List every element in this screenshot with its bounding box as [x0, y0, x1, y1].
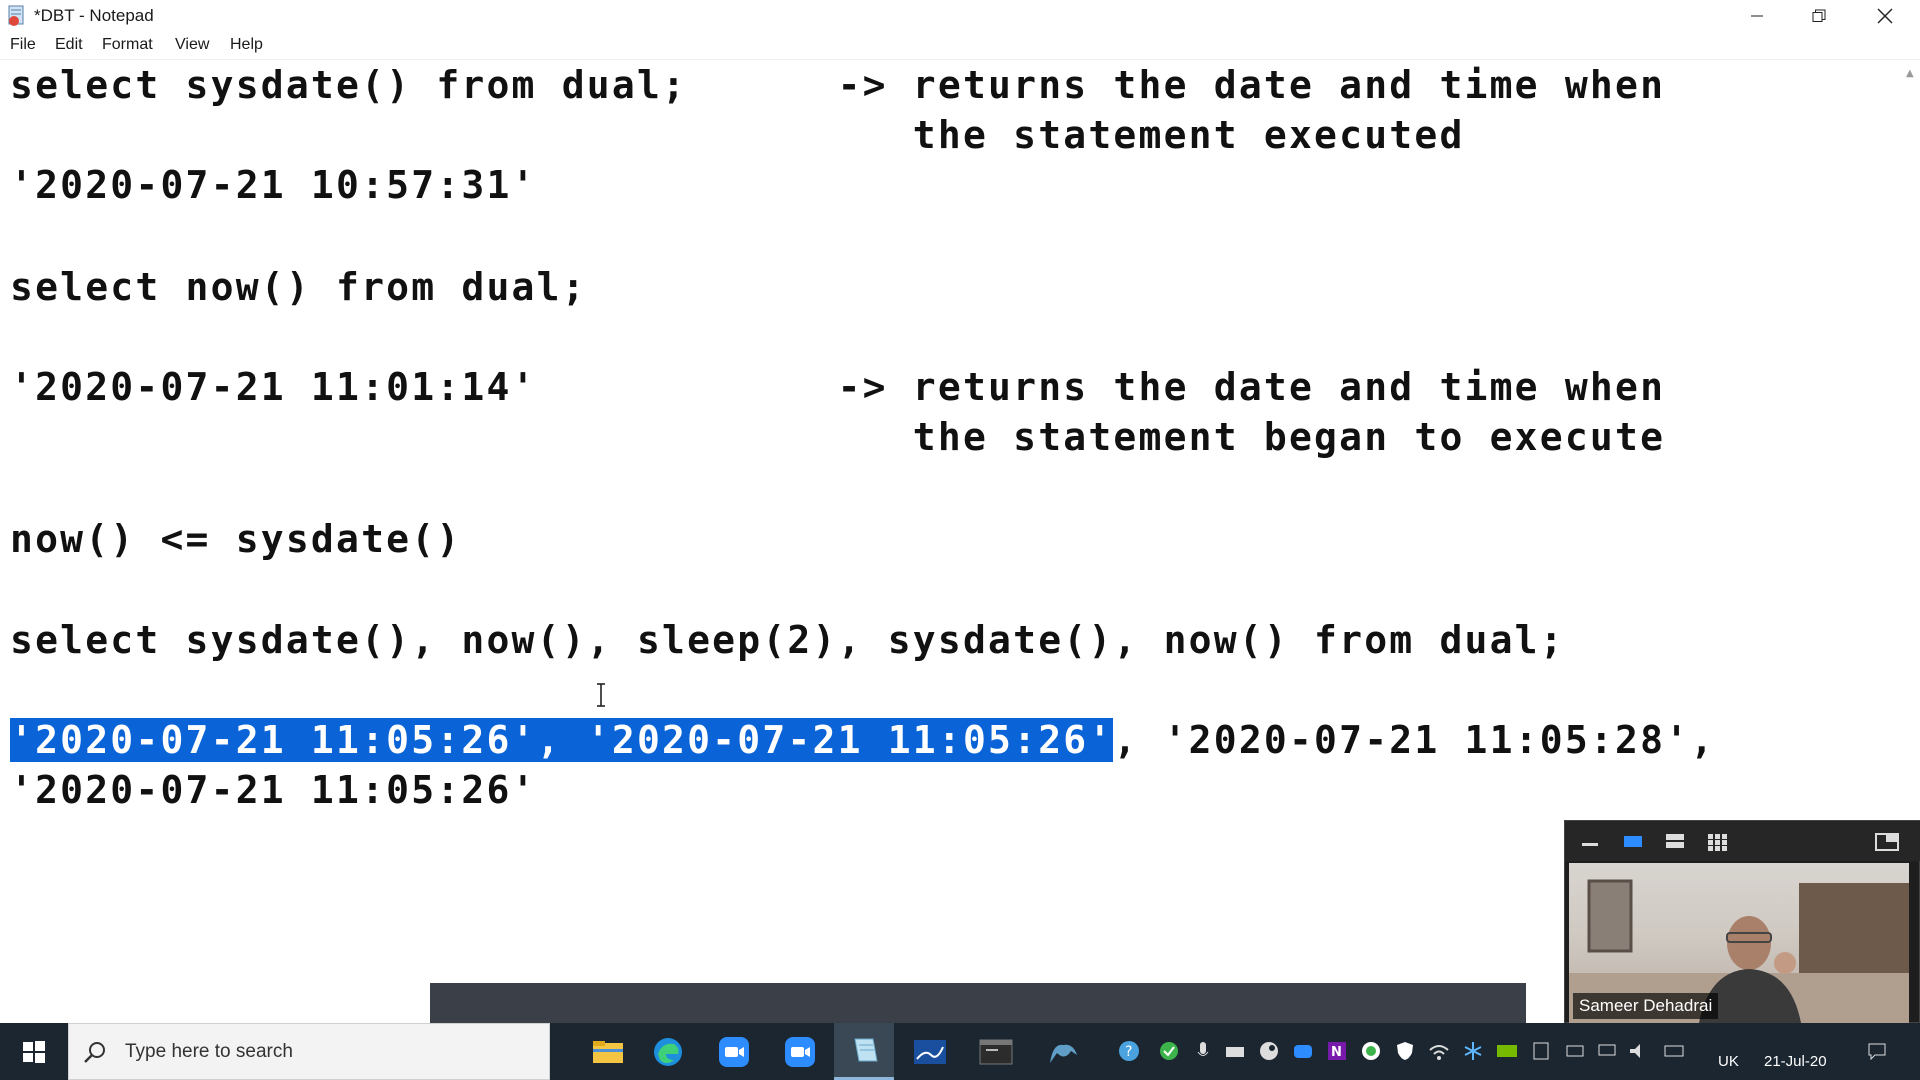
participant-video: Sameer Dehadrai [1569, 863, 1909, 1023]
snowflake-icon[interactable] [1462, 1040, 1484, 1062]
editor-line: select sysdate(), now(), sleep(2), sysda… [10, 618, 1565, 662]
update-icon[interactable] [1360, 1040, 1382, 1062]
text-cursor-icon [594, 682, 608, 708]
restore-button[interactable] [1788, 0, 1850, 32]
taskbar-search[interactable]: Type here to search [68, 1023, 550, 1080]
scroll-up-icon[interactable]: ▲ [1906, 68, 1914, 79]
menu-file[interactable]: File [10, 36, 36, 54]
minimize-icon[interactable] [1581, 833, 1599, 853]
wifi-icon[interactable] [1428, 1040, 1450, 1062]
notepad-app-icon[interactable] [6, 4, 28, 26]
start-button[interactable] [0, 1023, 68, 1080]
video-panel[interactable]: Sameer Dehadrai [1564, 820, 1920, 1023]
editor-line: '2020-07-21 11:01:14' -> returns the dat… [10, 365, 1666, 409]
search-placeholder: Type here to search [125, 1041, 293, 1062]
editor-line: the statement executed [10, 113, 1465, 157]
language-indicator[interactable]: UK [1718, 1053, 1739, 1070]
search-icon [83, 1040, 107, 1068]
sql-terminal-icon[interactable] [966, 1023, 1026, 1080]
edge-icon[interactable] [638, 1023, 698, 1080]
close-icon [1877, 8, 1893, 24]
strip-view-icon[interactable] [1665, 833, 1685, 853]
file-explorer-icon[interactable] [578, 1023, 638, 1080]
svg-text:?: ? [1125, 1044, 1132, 1060]
participant-name: Sameer Dehadrai [1573, 993, 1719, 1019]
shield-icon[interactable] [1394, 1040, 1416, 1062]
window-title: *DBT - Notepad [34, 6, 154, 25]
zoom-tray-icon[interactable] [1292, 1040, 1314, 1062]
menu-help[interactable]: Help [230, 36, 263, 54]
volume-icon[interactable] [1628, 1040, 1650, 1062]
display-icon[interactable] [1596, 1040, 1618, 1062]
menu-format[interactable]: Format [102, 36, 153, 54]
taskbar: Type here to search ? N UK 21-Jul-20 [0, 1023, 1920, 1080]
exit-fullscreen-icon[interactable] [1875, 833, 1899, 855]
steam-icon[interactable] [1258, 1040, 1280, 1062]
zoom-meetings-icon[interactable] [770, 1023, 830, 1080]
onenote-icon[interactable]: N [1326, 1040, 1348, 1062]
mysql-workbench-icon[interactable] [1034, 1023, 1094, 1080]
menu-bar: File Edit Format View Help [0, 32, 1920, 60]
editor-line: the statement began to execute [10, 415, 1666, 459]
gallery-view-icon[interactable] [1707, 833, 1727, 855]
editor-line: '2020-07-21 10:57:31' [10, 163, 537, 207]
close-button[interactable] [1854, 0, 1916, 32]
editor-line: select now() from dual; [10, 265, 587, 309]
video-toolbar [1565, 821, 1920, 861]
notepad-taskbar-icon[interactable] [834, 1023, 894, 1080]
unselected-text: , '2020-07-21 11:05:28', [1113, 718, 1716, 762]
zoom-icon[interactable] [704, 1023, 764, 1080]
notifications-icon[interactable] [1866, 1040, 1888, 1062]
selected-text[interactable]: '2020-07-21 11:05:26', '2020-07-21 11:05… [10, 718, 1114, 762]
microphone-icon[interactable] [1192, 1040, 1214, 1062]
menu-edit[interactable]: Edit [55, 36, 83, 54]
windows-logo-icon [23, 1040, 45, 1063]
editor-line: '2020-07-21 11:05:26' [10, 768, 537, 812]
battery-icon[interactable] [1664, 1040, 1686, 1062]
screen-share-bar [430, 983, 1526, 1023]
minimize-icon [1751, 15, 1763, 17]
minimize-button[interactable] [1726, 0, 1788, 32]
network-icon[interactable] [1564, 1040, 1586, 1062]
menu-view[interactable]: View [175, 36, 209, 54]
svg-text:N: N [1331, 1045, 1342, 1060]
help-icon[interactable]: ? [1118, 1040, 1140, 1062]
security-check-icon[interactable] [1158, 1040, 1180, 1062]
active-speaker-icon[interactable] [1623, 833, 1643, 853]
editor-line: now() <= sysdate() [10, 517, 462, 561]
nvidia-icon[interactable] [1496, 1040, 1518, 1062]
restore-icon [1812, 9, 1826, 22]
clock-date[interactable]: 21-Jul-20 [1764, 1053, 1827, 1070]
editor-line: select sysdate() from dual; -> returns t… [10, 63, 1666, 107]
editor-line-selected-row: '2020-07-21 11:05:26', '2020-07-21 11:05… [10, 715, 1715, 765]
notes-icon[interactable] [1530, 1040, 1552, 1062]
usb-device-icon[interactable] [1224, 1040, 1246, 1062]
title-bar: *DBT - Notepad [0, 0, 1920, 32]
whiteboard-icon[interactable] [900, 1023, 960, 1080]
